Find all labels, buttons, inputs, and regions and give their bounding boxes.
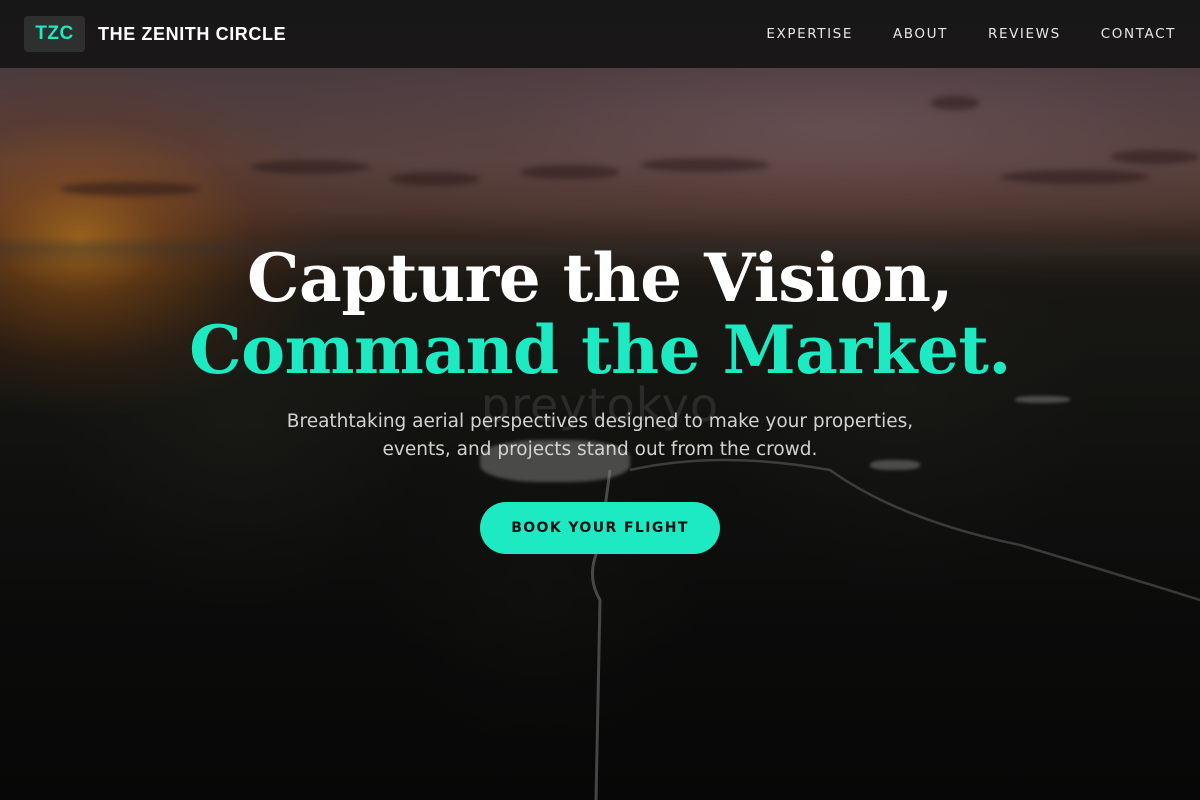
nav-link-about[interactable]: ABOUT: [893, 26, 948, 42]
nav-link-contact[interactable]: CONTACT: [1101, 26, 1176, 42]
main-nav: EXPERTISE ABOUT REVIEWS CONTACT: [766, 26, 1176, 42]
nav-link-reviews[interactable]: REVIEWS: [988, 26, 1061, 42]
hero-headline-line1: Capture the Vision,: [247, 239, 953, 317]
book-flight-button[interactable]: BOOK YOUR FLIGHT: [480, 502, 720, 554]
nav-link-expertise[interactable]: EXPERTISE: [766, 26, 853, 42]
brand-name: THE ZENITH CIRCLE: [98, 23, 287, 44]
brand-home-link[interactable]: TZC THE ZENITH CIRCLE: [24, 16, 286, 52]
hero-subtext: Breathtaking aerial perspectives designe…: [286, 411, 914, 460]
site-header: TZC THE ZENITH CIRCLE EXPERTISE ABOUT RE…: [0, 0, 1200, 68]
hero-section: Capture the Vision, Command the Market. …: [0, 242, 1200, 554]
logo-badge: TZC: [24, 16, 85, 52]
hero-headline-line2: Command the Market.: [189, 311, 1011, 389]
